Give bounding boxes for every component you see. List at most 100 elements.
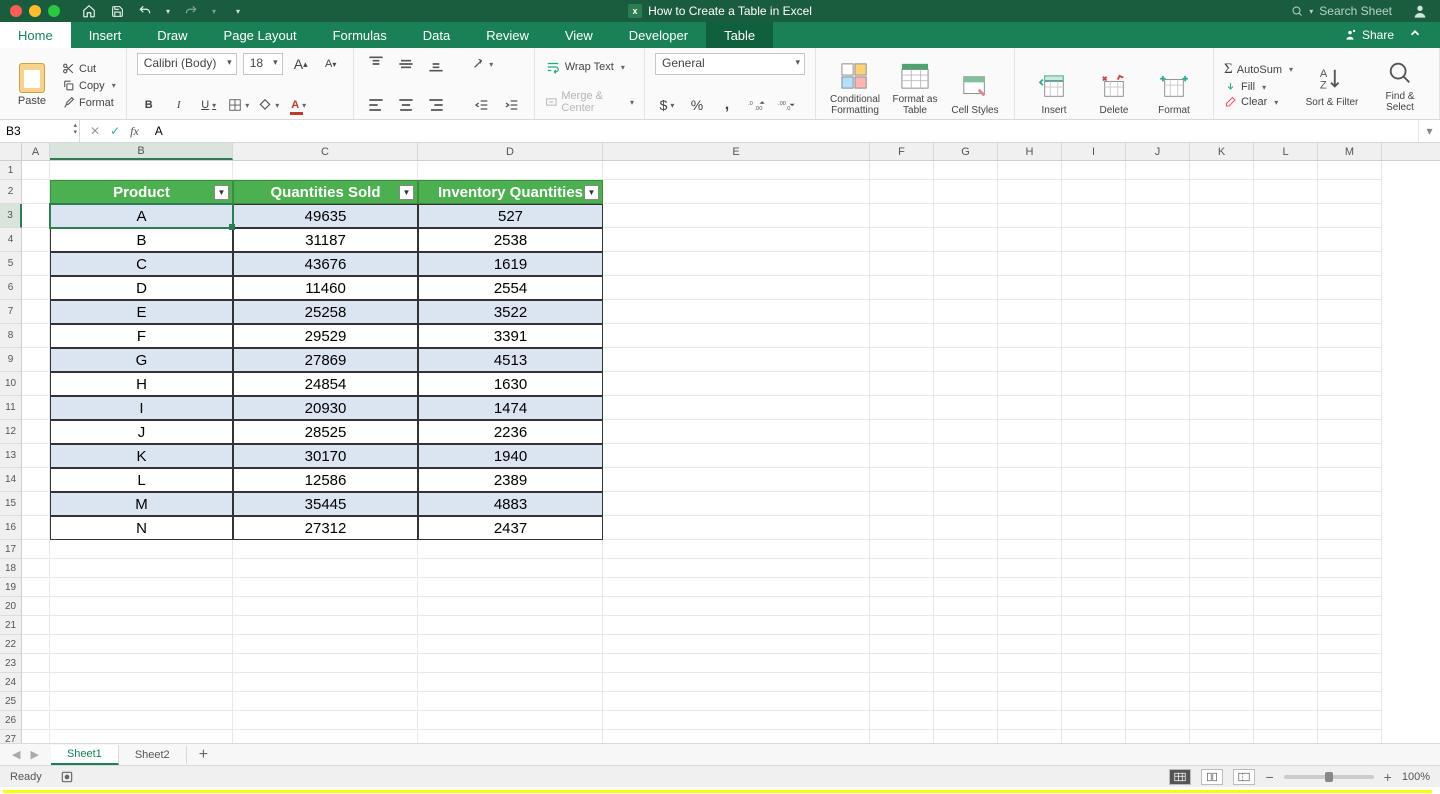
cell[interactable] (1062, 468, 1126, 492)
cell[interactable] (1254, 616, 1318, 635)
cell[interactable] (1190, 300, 1254, 324)
cell[interactable] (934, 444, 998, 468)
cell[interactable] (998, 348, 1062, 372)
cell[interactable] (50, 161, 233, 180)
table-cell[interactable]: I (50, 396, 233, 420)
cell[interactable] (870, 692, 934, 711)
cell[interactable] (1254, 204, 1318, 228)
cell[interactable] (603, 228, 870, 252)
currency-button[interactable]: $ (655, 94, 679, 116)
cell[interactable] (934, 420, 998, 444)
row-header[interactable]: 21 (0, 616, 22, 635)
cell[interactable]: Inventory Quantities▼ (418, 180, 603, 204)
cell[interactable] (1062, 559, 1126, 578)
row-header[interactable]: 5 (0, 252, 22, 276)
cell[interactable] (870, 616, 934, 635)
row-header[interactable]: 27 (0, 730, 22, 743)
cell[interactable] (22, 673, 50, 692)
cell[interactable] (934, 228, 998, 252)
cell[interactable] (1318, 180, 1382, 204)
name-box-stepper[interactable]: ▴▾ (73, 122, 77, 136)
cell[interactable] (1062, 673, 1126, 692)
cell[interactable] (998, 578, 1062, 597)
row-header[interactable]: 16 (0, 516, 22, 540)
cell[interactable] (1190, 420, 1254, 444)
cell[interactable] (22, 578, 50, 597)
cell[interactable] (1126, 348, 1190, 372)
cell[interactable] (1062, 300, 1126, 324)
col-header-M[interactable]: M (1318, 143, 1382, 160)
cell[interactable] (998, 516, 1062, 540)
table-cell[interactable]: 27869 (233, 348, 418, 372)
cell[interactable] (870, 228, 934, 252)
cell[interactable] (1254, 161, 1318, 180)
cell[interactable] (50, 673, 233, 692)
zoom-out-button[interactable]: − (1265, 769, 1273, 785)
home-icon[interactable] (82, 4, 96, 18)
cell[interactable] (1318, 228, 1382, 252)
cell[interactable] (934, 711, 998, 730)
filter-dropdown-button[interactable]: ▼ (214, 185, 229, 200)
row-header[interactable]: 3 (0, 204, 22, 228)
cell[interactable] (603, 492, 870, 516)
cell[interactable] (870, 252, 934, 276)
cell[interactable] (603, 468, 870, 492)
cell[interactable] (50, 578, 233, 597)
cell[interactable] (1190, 324, 1254, 348)
cell[interactable] (998, 444, 1062, 468)
cell[interactable] (1318, 492, 1382, 516)
cell[interactable] (1318, 468, 1382, 492)
cell[interactable] (603, 516, 870, 540)
zoom-in-button[interactable]: + (1384, 769, 1392, 785)
table-cell[interactable]: F (50, 324, 233, 348)
cell[interactable] (998, 161, 1062, 180)
cell[interactable] (22, 420, 50, 444)
cell[interactable] (22, 492, 50, 516)
cell[interactable] (1190, 180, 1254, 204)
format-as-table-button[interactable]: Format as Table (886, 53, 944, 116)
cell[interactable] (870, 559, 934, 578)
table-cell[interactable]: B (50, 228, 233, 252)
wrap-text-button[interactable]: Wrap Text (545, 53, 634, 81)
merge-center-button[interactable]: Merge & Center (545, 88, 634, 116)
cell[interactable] (870, 673, 934, 692)
expand-formula-bar-button[interactable]: ▾ (1418, 120, 1440, 142)
cell[interactable] (998, 559, 1062, 578)
tab-review[interactable]: Review (468, 22, 547, 48)
cell[interactable] (1126, 180, 1190, 204)
cell[interactable] (998, 635, 1062, 654)
cell[interactable] (22, 180, 50, 204)
row-header[interactable]: 24 (0, 673, 22, 692)
cell[interactable] (233, 635, 418, 654)
font-color-button[interactable]: A (287, 94, 311, 116)
cell[interactable] (1062, 492, 1126, 516)
cell[interactable] (22, 444, 50, 468)
sheet-tab-sheet1[interactable]: Sheet1 (51, 745, 119, 765)
cell[interactable] (603, 161, 870, 180)
cell[interactable] (603, 204, 870, 228)
undo-icon[interactable] (138, 4, 152, 18)
table-cell[interactable]: A (50, 204, 233, 228)
cell[interactable] (934, 180, 998, 204)
cell[interactable] (1062, 396, 1126, 420)
table-cell[interactable]: 4883 (418, 492, 603, 516)
cell[interactable] (418, 635, 603, 654)
cell[interactable] (1062, 372, 1126, 396)
cell[interactable] (998, 396, 1062, 420)
cell[interactable] (233, 161, 418, 180)
cell[interactable] (934, 276, 998, 300)
cell[interactable] (998, 276, 1062, 300)
cell[interactable] (1126, 540, 1190, 559)
cell[interactable] (870, 540, 934, 559)
cell[interactable] (603, 444, 870, 468)
cell[interactable] (22, 616, 50, 635)
cell[interactable] (50, 654, 233, 673)
cell[interactable] (1254, 635, 1318, 654)
cell[interactable] (603, 616, 870, 635)
table-cell[interactable]: 1940 (418, 444, 603, 468)
cell[interactable] (22, 324, 50, 348)
cell[interactable] (233, 730, 418, 743)
decrease-decimal-button[interactable]: .00.0 (775, 94, 799, 116)
cell[interactable] (934, 324, 998, 348)
cell[interactable] (603, 324, 870, 348)
